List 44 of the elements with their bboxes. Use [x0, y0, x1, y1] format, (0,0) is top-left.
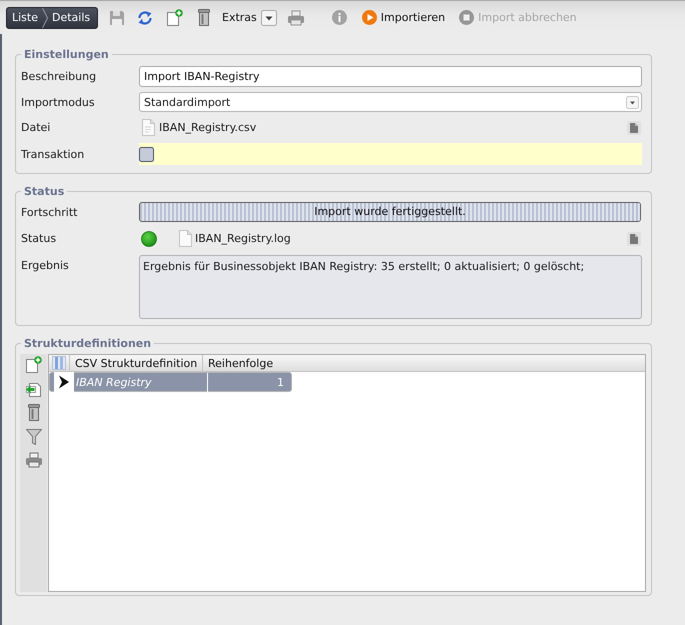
file-name: IBAN_Registry.csv: [159, 121, 256, 134]
caret-icon: [260, 10, 277, 26]
progress-text: Import wurde fertiggestellt.: [314, 205, 466, 218]
field-label: Beschreibung: [21, 70, 96, 83]
table-cell: 1: [207, 372, 287, 392]
caret-icon: [626, 96, 639, 108]
description-input[interactable]: Import IBAN-Registry: [139, 66, 642, 87]
extras-menu-button[interactable]: Extras: [222, 10, 277, 26]
result-textarea[interactable]: Ergebnis für Businessobjekt IBAN Registry: 35 erstellt; 0 aktualisiert; 0 gelöscht;: [139, 255, 642, 319]
checkbox[interactable]: [139, 146, 154, 162]
section-heading: Einstellungen: [23, 48, 110, 61]
breadcrumb-link[interactable]: Details: [51, 11, 92, 24]
column-header[interactable]: CSV Strukturdefinition: [69, 355, 202, 371]
document-icon[interactable]: [627, 232, 641, 246]
import-button[interactable]: Importieren: [362, 10, 446, 25]
field-label: Ergebnis: [21, 259, 69, 272]
section-heading: Status: [23, 185, 66, 198]
section-heading: Strukturdefinitionen: [23, 337, 152, 350]
breadcrumb-link[interactable]: Liste: [11, 11, 39, 24]
new-document-icon[interactable]: [25, 356, 42, 373]
field-label: Datei: [21, 121, 50, 134]
file-icon: [178, 230, 193, 247]
trash-icon[interactable]: [196, 9, 212, 26]
current-row-arrow-icon: [58, 375, 70, 389]
new-document-icon[interactable]: [166, 9, 183, 26]
chevron-separator-icon: [42, 8, 48, 28]
filter-icon[interactable]: [26, 428, 42, 445]
import-mode-select[interactable]: Standardimport: [139, 92, 642, 112]
column-header[interactable]: Reihenfolge: [202, 355, 282, 371]
play-icon: [362, 10, 377, 25]
document-icon[interactable]: [627, 120, 641, 134]
file-icon: [141, 119, 156, 136]
field-label: Fortschritt: [21, 206, 78, 218]
column-chooser-icon[interactable]: [52, 356, 66, 370]
trash-icon[interactable]: [26, 404, 42, 421]
field-label: Status: [21, 232, 56, 245]
printer-icon[interactable]: [24, 452, 42, 468]
file-name: IBAN_Registry.log: [195, 232, 291, 245]
field-label: Importmodus: [21, 96, 95, 108]
refresh-icon[interactable]: [137, 10, 153, 26]
insert-document-icon[interactable]: [25, 380, 42, 397]
table-cell-text: IBAN Registry: [75, 374, 153, 390]
field-label: Transaktion: [21, 148, 84, 160]
stop-icon: [459, 10, 474, 25]
